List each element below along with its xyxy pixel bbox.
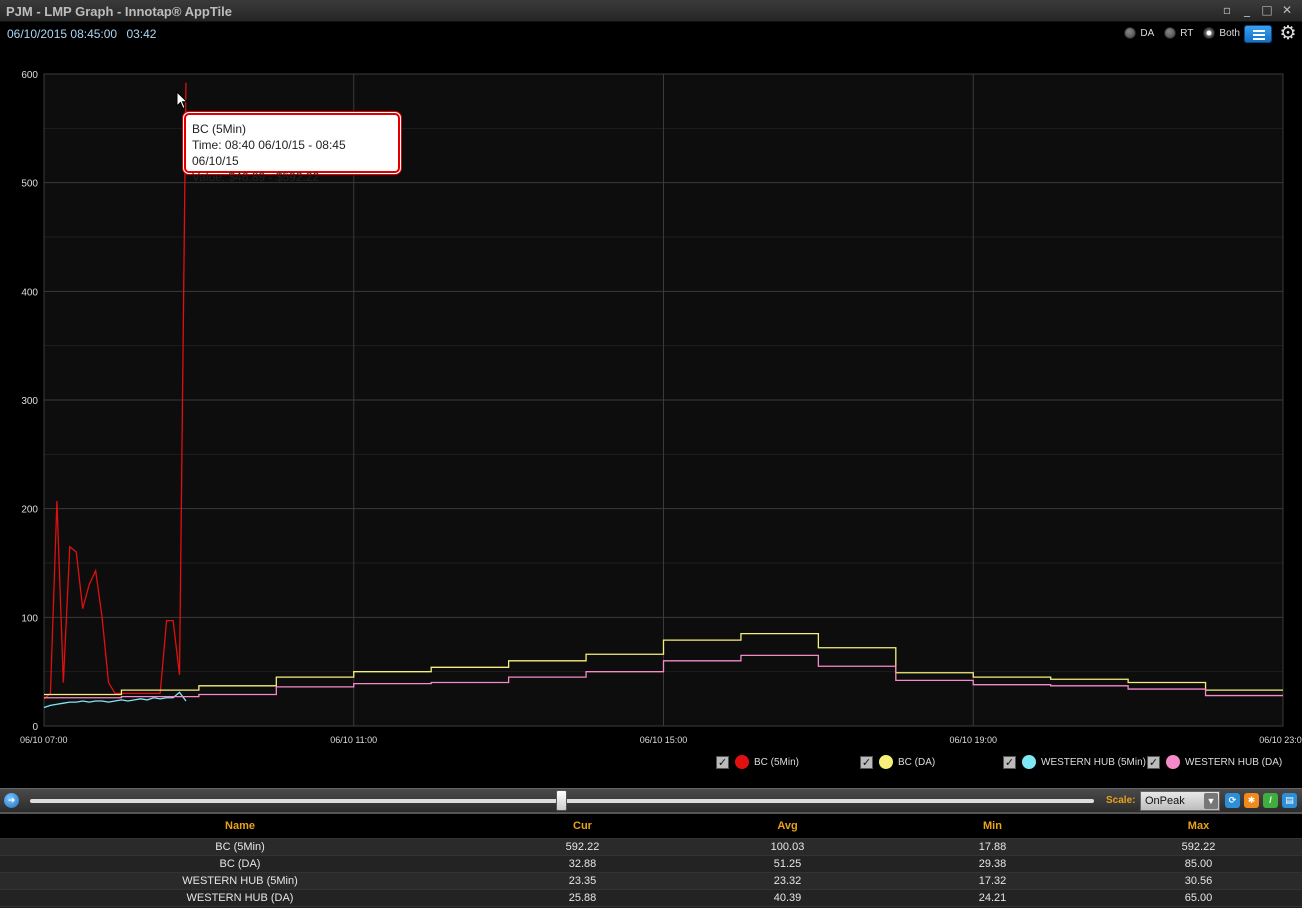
x-tick-label: 06/10 07:00 (20, 735, 68, 745)
save-icon[interactable]: ▤ (1282, 793, 1297, 808)
cell-max: 30.56 (1095, 872, 1302, 890)
mode-rt-option[interactable]: RT (1164, 27, 1193, 39)
timeline-thumb[interactable] (556, 790, 567, 811)
cell-cur: 32.88 (480, 855, 685, 873)
table-header-row: Name Cur Avg Min Max (0, 814, 1302, 839)
tooltip-time: Time: 08:40 06/10/15 - 08:45 06/10/15 (192, 138, 346, 168)
radio-rt-icon[interactable] (1164, 27, 1177, 39)
legend-label: WESTERN HUB (DA) (1185, 756, 1283, 768)
cell-min: 24.21 (890, 889, 1095, 907)
legend-label: BC (5Min) (754, 756, 800, 768)
cell-min: 17.88 (890, 838, 1095, 856)
maximize-icon[interactable]: □ (1260, 3, 1274, 17)
cell-name: WESTERN HUB (5Min) (0, 872, 480, 890)
legend-item-bc-da[interactable]: ✓ BC (DA) (860, 755, 935, 769)
legend-label: BC (DA) (898, 756, 936, 768)
tooltip-value: Value: $46.89 - $592.22 (192, 170, 320, 184)
minimize-icon[interactable]: _ (1240, 3, 1254, 17)
summary-table: Name Cur Avg Min Max BC (5Min) 592.22 10… (0, 812, 1302, 908)
cell-avg: 100.03 (685, 838, 890, 856)
legend-item-bc-5min[interactable]: ✓ BC (5Min) (716, 755, 799, 769)
cell-max: 85.00 (1095, 855, 1302, 873)
restore-icon[interactable]: ▫ (1220, 3, 1234, 17)
radio-both-icon[interactable] (1203, 27, 1216, 39)
gear-icon[interactable]: ⚙ (1278, 23, 1298, 43)
edit-icon[interactable]: / (1263, 793, 1278, 808)
chart-legend: ✓ BC (5Min) ✓ BC (DA) ✓ WESTERN HUB (5Mi… (0, 755, 1302, 775)
y-tick-label: 0 (32, 722, 38, 733)
chevron-down-icon[interactable]: ▼ (1204, 793, 1218, 809)
legend-item-western-hub-5min[interactable]: ✓ WESTERN HUB (5Min) (1003, 755, 1146, 769)
y-tick-label: 100 (21, 613, 38, 624)
timeline-bar: ➜ Scale: OnPeak ▼ ⟳ ✱ / ▤ (0, 788, 1302, 812)
col-min-header[interactable]: Min (890, 814, 1095, 839)
scale-value: OnPeak (1145, 795, 1185, 807)
cell-max: 65.00 (1095, 889, 1302, 907)
cell-min: 17.32 (890, 872, 1095, 890)
timestamp: 06/10/2015 08:45:00 03:42 (7, 27, 162, 41)
mode-both-option[interactable]: Both (1203, 27, 1240, 39)
refresh-timer: 03:42 (126, 27, 157, 41)
settings-icon[interactable]: ✱ (1244, 793, 1259, 808)
table-row[interactable]: BC (5Min) 592.22 100.03 17.88 592.22 (0, 838, 1302, 856)
cell-cur: 592.22 (480, 838, 685, 856)
refresh-icon[interactable]: ⟳ (1225, 793, 1240, 808)
y-tick-label: 600 (21, 70, 38, 81)
legend-checkbox[interactable]: ✓ (1147, 755, 1160, 769)
table-row[interactable]: WESTERN HUB (DA) 25.88 40.39 24.21 65.00 (0, 889, 1302, 907)
toolbar: 06/10/2015 08:45:00 03:42 DA RT Both ⚙ (0, 22, 1302, 46)
cell-name: WESTERN HUB (DA) (0, 889, 480, 907)
col-max-header[interactable]: Max (1095, 814, 1302, 839)
close-icon[interactable]: ✕ (1280, 3, 1294, 17)
mode-da-label: DA (1140, 27, 1155, 39)
y-tick-label: 200 (21, 505, 38, 516)
mode-rt-label: RT (1180, 27, 1194, 39)
y-tick-label: 500 (21, 179, 38, 190)
cell-avg: 40.39 (685, 889, 890, 907)
table-row[interactable]: WESTERN HUB (5Min) 23.35 23.32 17.32 30.… (0, 872, 1302, 890)
y-tick-label: 300 (21, 396, 38, 407)
col-cur-header[interactable]: Cur (480, 814, 685, 839)
x-tick-label: 06/10 19:00 (949, 735, 997, 745)
cell-max: 592.22 (1095, 838, 1302, 856)
mode-selector: DA RT Both (1118, 27, 1240, 39)
list-view-button[interactable] (1244, 25, 1272, 43)
legend-color-dot (1166, 755, 1180, 769)
legend-checkbox[interactable]: ✓ (716, 755, 729, 769)
legend-color-dot (1022, 755, 1036, 769)
col-name-header[interactable]: Name (0, 814, 480, 839)
cell-name: BC (5Min) (0, 838, 480, 856)
mode-both-label: Both (1219, 27, 1240, 39)
table-row[interactable]: BC (DA) 32.88 51.25 29.38 85.00 (0, 855, 1302, 873)
x-tick-label: 06/10 23:00 (1259, 735, 1302, 745)
y-tick-label: 400 (21, 287, 38, 298)
window-title: PJM - LMP Graph - Innotap® AppTile (6, 4, 233, 19)
cell-avg: 23.32 (685, 872, 890, 890)
cell-cur: 23.35 (480, 872, 685, 890)
scale-select[interactable]: OnPeak ▼ (1140, 791, 1220, 811)
legend-checkbox[interactable]: ✓ (860, 755, 873, 769)
mouse-cursor-icon (176, 91, 189, 110)
legend-checkbox[interactable]: ✓ (1003, 755, 1016, 769)
cell-avg: 51.25 (685, 855, 890, 873)
legend-color-dot (735, 755, 749, 769)
legend-label: WESTERN HUB (5Min) (1041, 756, 1147, 768)
chart-tooltip: BC (5Min) Time: 08:40 06/10/15 - 08:45 0… (184, 113, 400, 184)
x-tick-label: 06/10 15:00 (640, 735, 688, 745)
mode-da-option[interactable]: DA (1124, 27, 1154, 39)
current-datetime: 06/10/2015 08:45:00 (7, 27, 118, 41)
cell-cur: 25.88 (480, 889, 685, 907)
legend-item-western-hub-da[interactable]: ✓ WESTERN HUB (DA) (1147, 755, 1282, 769)
play-icon[interactable]: ➜ (4, 793, 19, 808)
tooltip-series: BC (5Min) (192, 122, 247, 136)
col-avg-header[interactable]: Avg (685, 814, 890, 839)
scale-label: Scale: (1106, 795, 1136, 806)
x-tick-label: 06/10 11:00 (330, 735, 377, 745)
radio-da-icon[interactable] (1124, 27, 1137, 39)
legend-color-dot (879, 755, 893, 769)
window-titlebar: PJM - LMP Graph - Innotap® AppTile ▫ _ □… (0, 0, 1302, 22)
cell-min: 29.38 (890, 855, 1095, 873)
cell-name: BC (DA) (0, 855, 480, 873)
